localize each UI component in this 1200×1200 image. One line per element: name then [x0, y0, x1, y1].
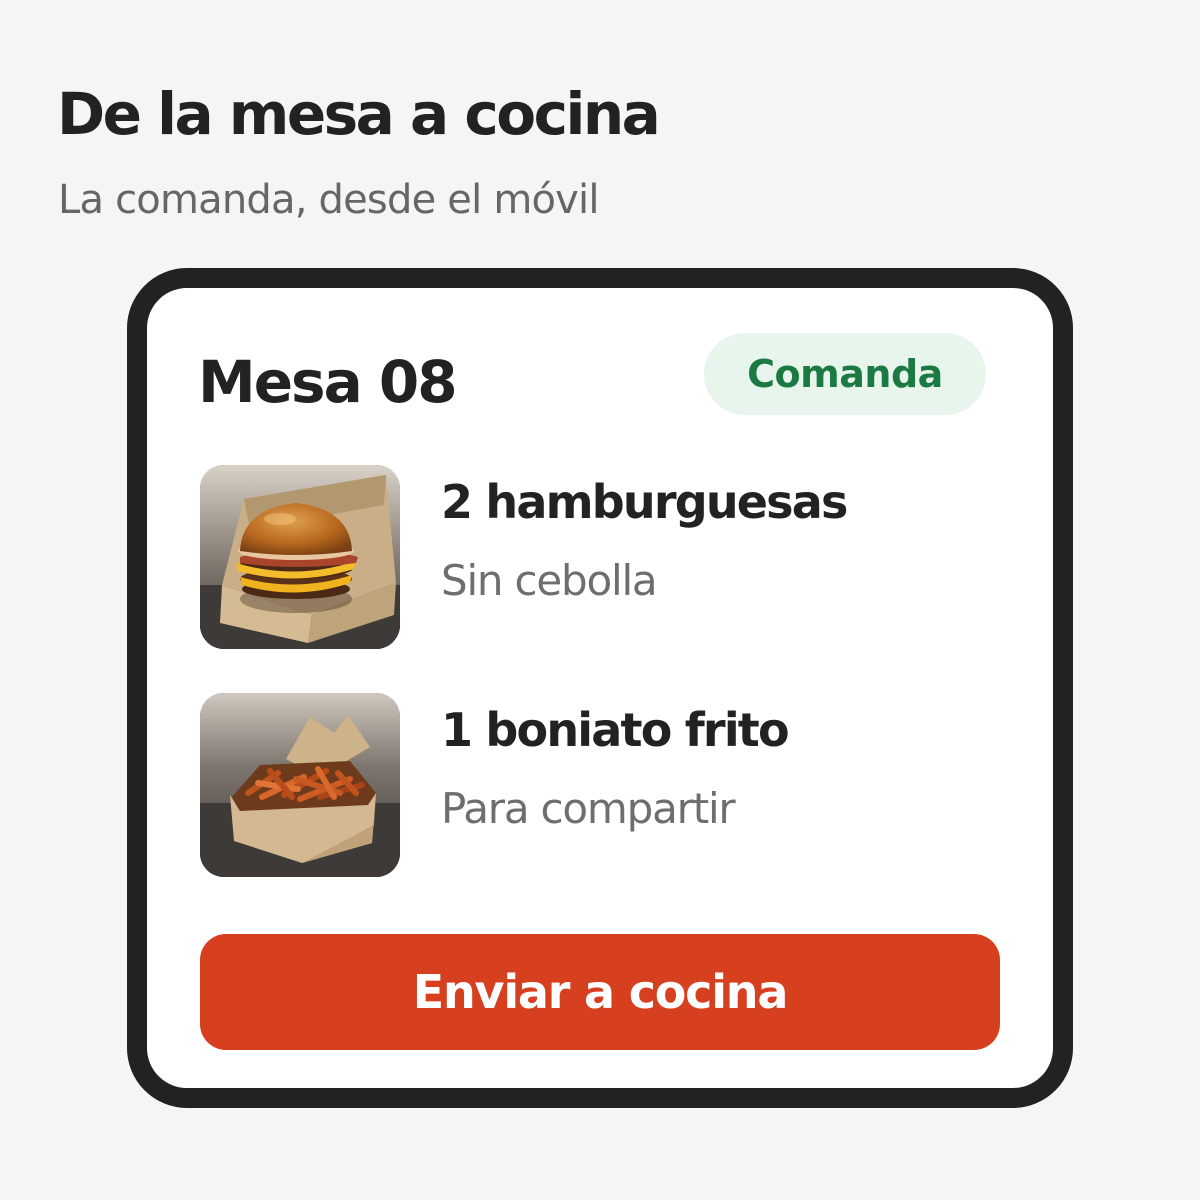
burger-image	[200, 465, 400, 649]
item-name: 1 boniato frito	[441, 703, 790, 757]
item-note: Para compartir	[441, 784, 736, 833]
status-badge: Comanda	[704, 333, 986, 415]
order-card: Mesa 08 Comanda 2 hamburguesas Sin cebol…	[127, 268, 1073, 1108]
order-item[interactable]: 1 boniato frito Para compartir	[200, 693, 980, 877]
page-title: De la mesa a cocina	[57, 80, 661, 148]
order-item[interactable]: 2 hamburguesas Sin cebolla	[200, 465, 980, 649]
sweet-potato-fries-image	[200, 693, 400, 877]
table-title: Mesa 08	[198, 348, 458, 416]
page-subtitle: La comanda, desde el móvil	[58, 177, 599, 223]
item-name: 2 hamburguesas	[441, 475, 848, 529]
item-note: Sin cebolla	[441, 556, 658, 605]
send-to-kitchen-button[interactable]: Enviar a cocina	[200, 934, 1000, 1050]
